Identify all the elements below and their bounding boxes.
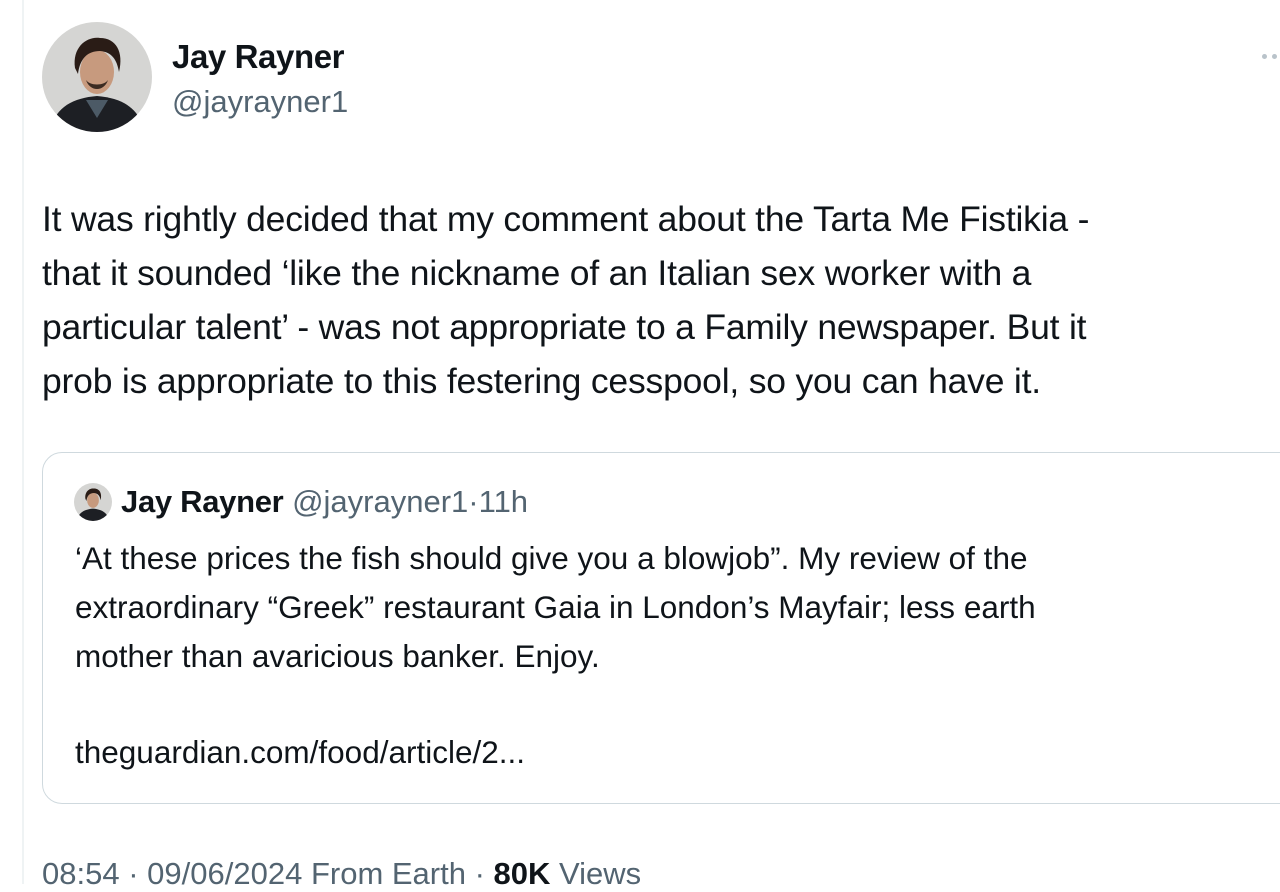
meta-separator: ·	[474, 856, 485, 891]
author-handle[interactable]: @jayrayner1	[172, 84, 348, 120]
quoted-tweet-text: ‘At these prices the fish should give yo…	[75, 540, 1036, 674]
tweet-meta: 08:54 · 09/06/2024 From Earth · 80K View…	[42, 856, 641, 892]
header-separator: ·	[468, 484, 479, 519]
tweet-time[interactable]: 08:54	[42, 856, 120, 891]
quoted-author-name[interactable]: Jay Rayner	[121, 484, 284, 519]
more-dots-icon[interactable]	[1260, 44, 1280, 68]
views-label: Views	[559, 856, 642, 891]
author-name[interactable]: Jay Rayner	[172, 38, 345, 76]
left-divider	[22, 0, 24, 884]
views-count[interactable]: 80K	[494, 856, 551, 891]
quoted-author-handle[interactable]: @jayrayner1	[292, 484, 468, 519]
quoted-tweet-link[interactable]: theguardian.com/food/article/2...	[75, 728, 525, 777]
tweet-date[interactable]: 09/06/2024	[147, 856, 302, 891]
author-avatar-image	[42, 22, 152, 132]
author-avatar[interactable]	[42, 22, 152, 132]
quoted-author-avatar[interactable]	[74, 483, 112, 521]
tweet-text: It was rightly decided that my comment a…	[42, 199, 1090, 401]
tweet-source: From Earth	[310, 856, 466, 891]
quoted-tweet-header: Jay Rayner @jayrayner1·11h	[121, 484, 528, 520]
quoted-avatar-image	[74, 483, 112, 521]
quoted-tweet-time[interactable]: 11h	[479, 484, 528, 519]
meta-separator: ·	[128, 856, 139, 891]
